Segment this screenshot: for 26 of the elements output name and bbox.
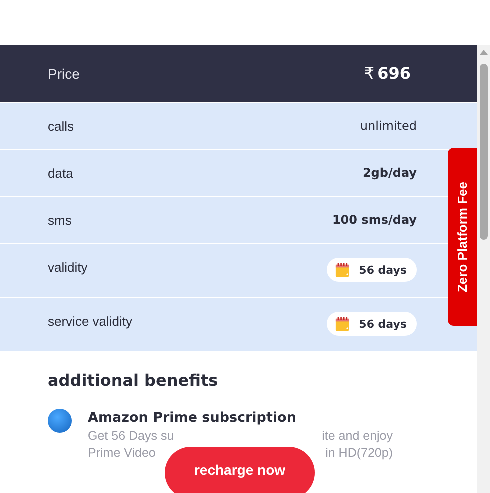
- service-logo-icon: [48, 409, 72, 433]
- validity-badge: 56 days: [327, 312, 417, 336]
- calendar-icon: [335, 262, 350, 278]
- recharge-button[interactable]: recharge now: [165, 447, 315, 493]
- description-text: ite and enjoy: [322, 429, 393, 443]
- row-label: validity: [48, 260, 88, 275]
- price-label: Price: [48, 66, 80, 82]
- side-tab[interactable]: Zero Platform Fee: [448, 148, 477, 326]
- row-label: sms: [48, 212, 72, 228]
- row-label: calls: [48, 118, 74, 134]
- scroll-up-icon[interactable]: [480, 50, 488, 55]
- scrollbar[interactable]: [477, 45, 490, 493]
- description-text: in HD(720p): [326, 446, 393, 460]
- row-value: 2gb/day: [362, 166, 417, 180]
- calendar-icon: [335, 316, 350, 332]
- row-label: service validity: [48, 314, 133, 329]
- row-value: 100 sms/day: [332, 213, 417, 227]
- description-text: Prime Video: [88, 446, 156, 460]
- description-text: Get 56 Days su: [88, 429, 174, 443]
- price-value: ₹ 696: [364, 64, 411, 83]
- row-value: unlimited: [360, 119, 417, 133]
- scrollbar-thumb[interactable]: [480, 64, 488, 240]
- validity-badge: 56 days: [327, 258, 417, 282]
- section-title: additional benefits: [48, 371, 220, 390]
- benefit-title: Amazon Prime subscription: [88, 410, 298, 426]
- row-label: data: [48, 166, 74, 180]
